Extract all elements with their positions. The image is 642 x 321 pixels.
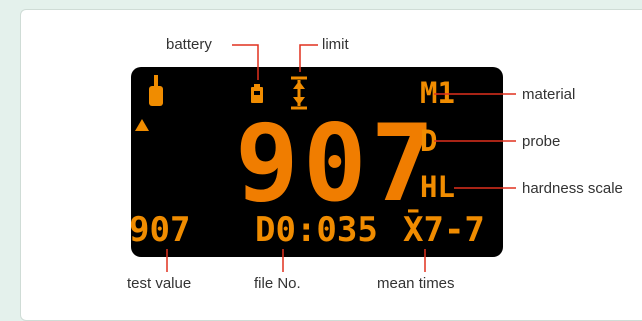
leader-lines — [166, 44, 516, 272]
probe-label: probe — [522, 133, 561, 150]
limit-leader — [299, 44, 318, 72]
material-label: material — [522, 86, 576, 103]
test-value-label: test value — [127, 275, 192, 292]
battery-leader — [232, 44, 259, 80]
mean-times-label: mean times — [377, 275, 455, 292]
file-no-label: file No. — [254, 275, 301, 292]
battery-label: battery — [166, 36, 212, 53]
hardness-scale-label: hardness scale — [522, 181, 623, 196]
limit-label: limit — [322, 36, 349, 53]
